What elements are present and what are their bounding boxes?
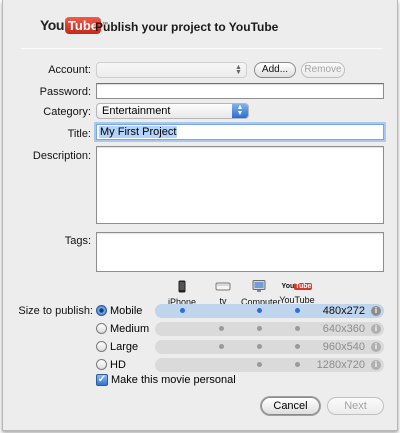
device-column-iphone: iPhone <box>167 280 197 307</box>
title-label: Title: <box>67 128 91 140</box>
resolution-mobile: 480x272 <box>322 305 365 317</box>
password-field[interactable] <box>96 83 384 99</box>
popup-arrows-icon: ▲ ▼ <box>232 104 248 118</box>
computer-compatible-dot <box>257 326 262 331</box>
header-separator <box>21 48 383 49</box>
tags-textarea[interactable] <box>96 232 384 272</box>
device-column-computer: Computer <box>241 280 281 307</box>
resolution-hd: 1280x720 <box>316 359 365 371</box>
size-to-publish-label: Size to publish: <box>18 305 93 317</box>
password-label: Password: <box>39 86 91 98</box>
next-button[interactable]: Next <box>327 397 384 415</box>
category-popup-value: Entertainment <box>102 105 171 117</box>
personal-checkbox-label: Make this movie personal <box>111 374 236 386</box>
description-textarea[interactable] <box>96 146 384 224</box>
tags-label: Tags: <box>64 235 91 247</box>
radio-label-medium: Medium <box>110 323 150 335</box>
radio-label-hd: HD <box>110 359 126 371</box>
add-account-button[interactable]: Add... <box>254 62 296 78</box>
radio-mobile[interactable] <box>96 305 107 316</box>
youtube-small-logo-tube: Tube <box>294 283 313 290</box>
publish-sheet: You Tube ™ Publish your project to YouTu… <box>2 0 398 431</box>
personal-checkbox[interactable]: ✓ <box>96 374 108 386</box>
youtube-logo-you: You <box>40 17 64 33</box>
info-icon[interactable]: i <box>371 324 381 334</box>
radio-label-mobile: Mobile <box>110 305 143 317</box>
cancel-button[interactable]: Cancel <box>261 397 320 415</box>
title-field-selected-text: My First Project <box>99 126 178 138</box>
remove-account-button[interactable]: Remove <box>301 62 345 78</box>
radio-large[interactable] <box>96 341 107 352</box>
dialog-title: Publish your project to YouTube <box>95 20 279 34</box>
account-popup[interactable]: ▲ ▼ <box>96 62 247 78</box>
resolution-medium: 640x360 <box>322 323 365 335</box>
iphone-compatible-dot <box>180 308 185 313</box>
radio-medium[interactable] <box>96 323 107 334</box>
youtube-icon: YouTube <box>279 280 315 293</box>
resolution-large: 960x540 <box>322 341 365 353</box>
radio-label-large: Large <box>110 341 139 353</box>
computer-icon <box>252 280 266 292</box>
account-label: Account: <box>48 64 91 76</box>
computer-compatible-dot <box>257 308 262 313</box>
computer-compatible-dot <box>257 344 262 349</box>
youtube-small-logo: You <box>281 283 295 290</box>
radio-hd[interactable] <box>96 359 107 370</box>
info-icon[interactable]: i <box>371 342 381 352</box>
tv-compatible-dot <box>219 326 224 331</box>
computer-compatible-dot <box>257 362 262 367</box>
category-popup[interactable]: Entertainment ▲ ▼ <box>96 103 249 119</box>
title-field[interactable]: My First Project <box>96 124 384 140</box>
info-icon[interactable]: i <box>371 360 381 370</box>
category-label: Category: <box>43 106 91 118</box>
apple-tv-icon <box>215 282 231 291</box>
popup-arrows-icon: ▲ ▼ <box>235 64 242 76</box>
device-column-youtube: YouTube YouTube <box>279 280 315 305</box>
tv-compatible-dot <box>219 344 224 349</box>
device-column-tv: tv <box>209 280 237 306</box>
iphone-icon <box>178 280 186 293</box>
description-label: Description: <box>32 150 91 162</box>
info-icon[interactable]: i <box>371 306 381 316</box>
